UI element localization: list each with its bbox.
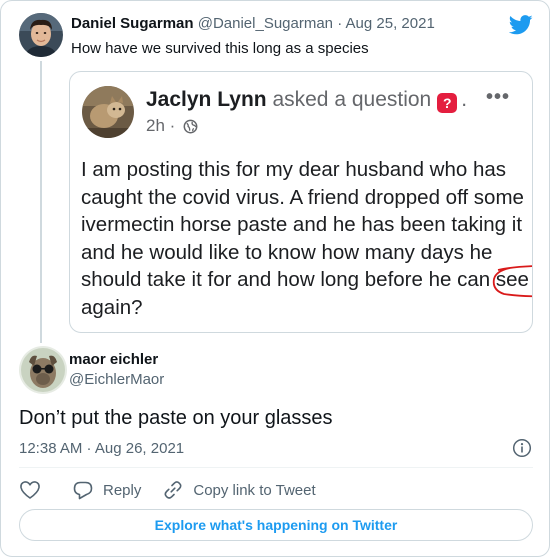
embedded-trailing-dot: . <box>461 88 468 111</box>
embedded-body-text: I am posting this for my dear husband wh… <box>81 158 524 291</box>
embedded-post-image[interactable]: Jaclyn Lynn asked a question?. ••• 2h · … <box>69 71 533 333</box>
reply-author-name[interactable]: maor eichler <box>69 351 158 368</box>
embedded-author-name: Jaclyn Lynn <box>146 88 267 111</box>
copy-link-button[interactable]: Copy link to Tweet <box>163 480 316 500</box>
reply-timestamp[interactable]: 12:38 AM · Aug 26, 2021 <box>19 440 184 457</box>
reply-label: Reply <box>103 481 142 499</box>
link-icon <box>164 481 182 499</box>
embedded-meta-separator: · <box>169 116 176 135</box>
more-options-icon: ••• <box>485 86 510 108</box>
like-button[interactable] <box>19 480 41 500</box>
reply-button[interactable]: Reply <box>72 480 141 500</box>
divider <box>19 467 533 468</box>
embedded-author-avatar <box>82 86 134 138</box>
embedded-post-time: 2h <box>146 116 165 135</box>
parent-tweet-header: Daniel Sugarman @Daniel_Sugarman · Aug 2… <box>71 15 435 32</box>
twitter-bird-icon[interactable] <box>509 15 533 35</box>
thread-line <box>40 61 42 343</box>
question-icon: ? <box>437 93 458 113</box>
embedded-post-body: I am posting this for my dear husband wh… <box>81 156 532 321</box>
reply-author-handle[interactable]: @EichlerMaor <box>69 371 164 388</box>
parent-author-avatar[interactable] <box>19 13 63 57</box>
header-separator: · <box>337 15 343 32</box>
reply-author-avatar[interactable] <box>19 346 67 394</box>
parent-author-name[interactable]: Daniel Sugarman <box>71 15 194 32</box>
embedded-action-text: asked a question <box>272 88 432 111</box>
embedded-post-meta: 2h · <box>146 116 198 136</box>
reply-icon <box>73 481 93 500</box>
explore-twitter-button[interactable]: Explore what's happening on Twitter <box>19 509 533 541</box>
embedded-post-header: Jaclyn Lynn asked a question?. <box>146 88 467 113</box>
info-icon[interactable] <box>512 438 532 458</box>
globe-icon <box>183 119 198 134</box>
tweet-card: Daniel Sugarman @Daniel_Sugarman · Aug 2… <box>0 0 550 557</box>
parent-tweet-text: How have we survived this long as a spec… <box>71 40 369 57</box>
parent-author-handle[interactable]: @Daniel_Sugarman <box>198 15 333 32</box>
copy-link-label: Copy link to Tweet <box>193 481 316 499</box>
reply-tweet-text: Don’t put the paste on your glasses <box>19 407 333 429</box>
heart-icon <box>20 481 40 499</box>
parent-tweet-date[interactable]: Aug 25, 2021 <box>346 15 435 32</box>
tweet-actions: Reply Copy link to Tweet <box>19 479 316 501</box>
